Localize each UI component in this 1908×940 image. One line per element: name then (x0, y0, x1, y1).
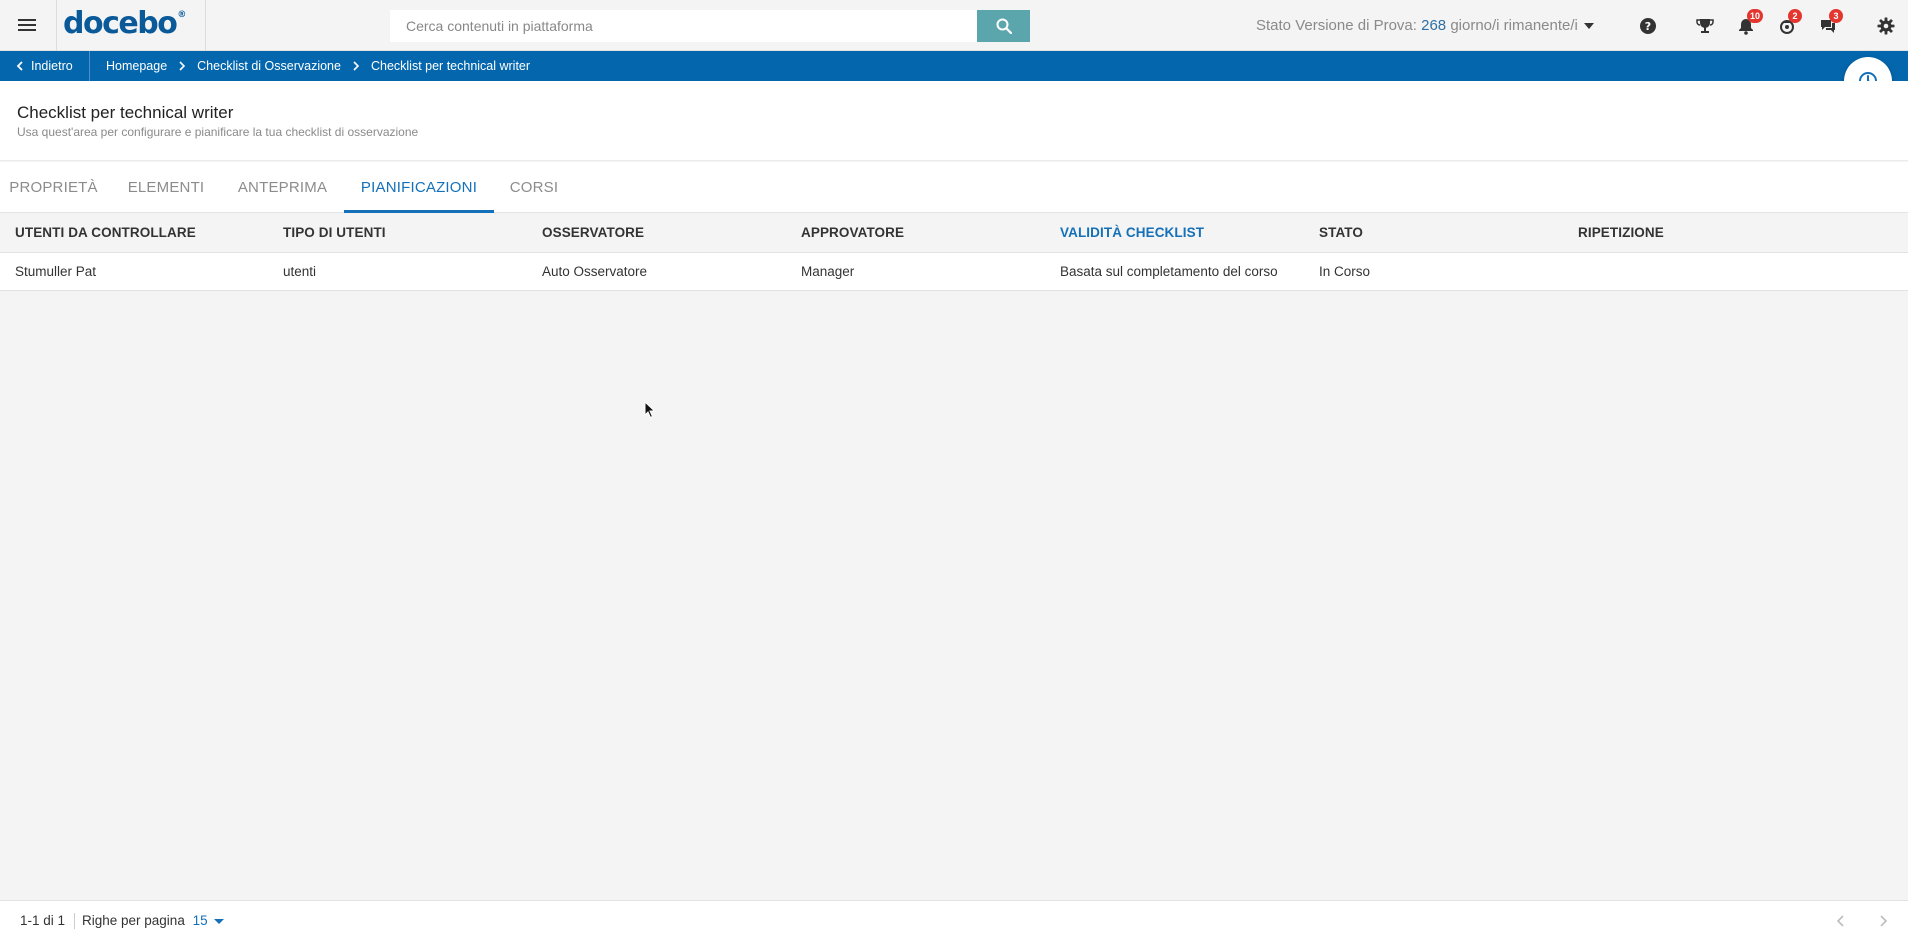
search-button[interactable] (977, 10, 1030, 42)
bell-icon[interactable]: 10 (1735, 9, 1764, 37)
breadcrumb-item-homepage[interactable]: Homepage (106, 59, 167, 73)
table-row[interactable]: Stumuller Pat utenti Auto Osservatore Ma… (0, 253, 1908, 291)
caret-down-icon (213, 918, 224, 924)
search-icon (996, 18, 1012, 34)
schedules-table: UTENTI DA CONTROLLARE TIPO DI UTENTI OSS… (0, 213, 1908, 291)
notifications-badge: 10 (1747, 9, 1764, 23)
rows-per-page-label: Righe per pagina (82, 913, 185, 928)
messages-badge: 3 (1829, 9, 1843, 23)
trial-label: Stato Versione di Prova: (1256, 17, 1417, 34)
column-header-ripetizione[interactable]: RIPETIZIONE (1578, 213, 1664, 253)
cell-validita: Basata sul completamento del corso (1060, 264, 1278, 279)
rocket-icon[interactable]: 2 (1776, 9, 1802, 37)
top-bar: docebo® Stato Versione di Prova: 268 gio… (0, 0, 1908, 51)
trial-status-dropdown[interactable]: Stato Versione di Prova: 268 giorno/i ri… (1256, 17, 1594, 34)
back-label: Indietro (31, 59, 73, 73)
cell-osservatore: Auto Osservatore (542, 264, 648, 279)
trophy-icon[interactable] (1694, 15, 1716, 37)
tab-bar: PROPRIETÀ ELEMENTI ANTEPRIMA PIANIFICAZI… (0, 162, 1908, 213)
apps-badge: 2 (1788, 9, 1802, 23)
cell-tipo: utenti (283, 264, 317, 279)
chat-icon[interactable]: 3 (1817, 9, 1843, 37)
caret-down-icon (1583, 23, 1594, 30)
svg-text:?: ? (1645, 20, 1651, 33)
chevron-right-icon (179, 61, 186, 71)
search-bar (390, 10, 1030, 42)
tab-elementi[interactable]: ELEMENTI (115, 162, 217, 213)
tab-proprieta[interactable]: PROPRIETÀ (0, 162, 107, 213)
column-header-tipo[interactable]: TIPO DI UTENTI (283, 213, 386, 253)
page-header: Checklist per technical writer Usa quest… (0, 81, 1908, 161)
pagination-bar: 1-1 di 1 Righe per pagina 15 (0, 900, 1908, 940)
trial-suffix: giorno/i rimanente/i (1450, 17, 1578, 34)
mouse-cursor-icon (644, 401, 656, 419)
rows-per-page-select[interactable]: 15 (193, 913, 224, 928)
column-header-stato[interactable]: STATO (1319, 213, 1363, 253)
trial-days: 268 (1421, 17, 1447, 34)
logo-container: docebo® (56, 0, 206, 51)
column-header-validita[interactable]: VALIDITÀ CHECKLIST (1060, 213, 1204, 253)
back-button[interactable]: Indietro (0, 51, 90, 81)
menu-icon[interactable] (14, 16, 40, 36)
search-input[interactable] (390, 10, 977, 42)
docebo-logo[interactable]: docebo® (63, 6, 186, 41)
prev-page-button[interactable] (1832, 913, 1848, 929)
page-subtitle: Usa quest'area per configurare e pianifi… (17, 125, 419, 139)
breadcrumb-trail: Homepage Checklist di Osservazione Check… (106, 51, 530, 81)
next-page-button[interactable] (1876, 913, 1892, 929)
breadcrumb: Indietro Homepage Checklist di Osservazi… (0, 51, 1908, 81)
chevron-left-icon (1836, 915, 1844, 927)
chevron-left-icon (16, 61, 23, 71)
tab-corsi[interactable]: CORSI (500, 162, 568, 213)
breadcrumb-item-current: Checklist per technical writer (370, 59, 531, 73)
divider (74, 913, 75, 929)
table-header: UTENTI DA CONTROLLARE TIPO DI UTENTI OSS… (0, 213, 1908, 253)
chevron-right-icon (353, 61, 359, 71)
cell-stato: In Corso (1319, 264, 1371, 279)
cell-utenti: Stumuller Pat (15, 264, 97, 279)
column-header-approvatore[interactable]: APPROVATORE (801, 213, 904, 253)
column-header-osservatore[interactable]: OSSERVATORE (542, 213, 644, 253)
tab-anteprima[interactable]: ANTEPRIMA (225, 162, 340, 213)
chevron-right-icon (1880, 915, 1888, 927)
page-title: Checklist per technical writer (17, 103, 234, 122)
breadcrumb-item-checklist-list[interactable]: Checklist di Osservazione (197, 59, 341, 73)
cell-approvatore: Manager (801, 264, 855, 279)
gear-icon[interactable] (1875, 15, 1897, 37)
help-icon[interactable]: ? (1637, 15, 1659, 37)
record-count: 1-1 di 1 (20, 913, 66, 928)
rows-per-page: Righe per pagina 15 (82, 913, 224, 928)
tab-pianificazioni[interactable]: PIANIFICAZIONI (344, 162, 494, 213)
column-header-utenti[interactable]: UTENTI DA CONTROLLARE (15, 213, 196, 253)
